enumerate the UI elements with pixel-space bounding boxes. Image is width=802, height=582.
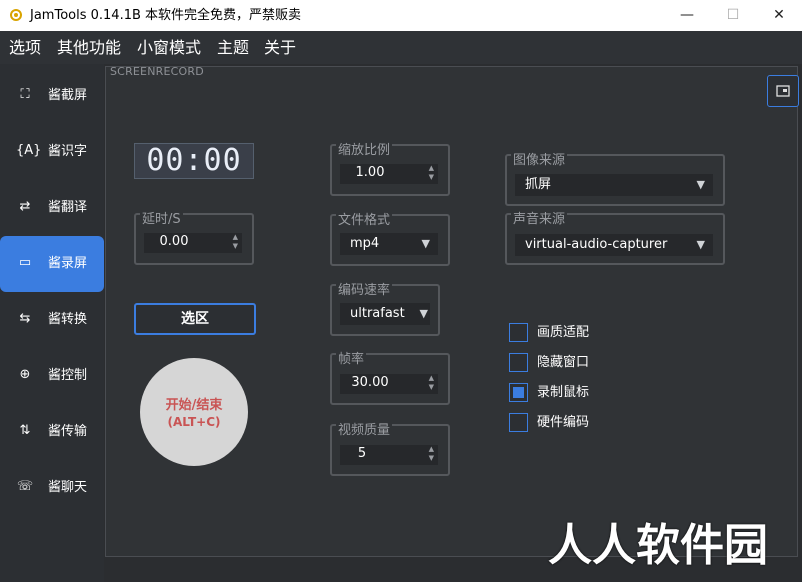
record-mouse-label: 录制鼠标: [537, 385, 590, 400]
encode-speed-label: 编码速率: [336, 283, 393, 299]
sidebar-item-convert[interactable]: ⇆ 酱转换: [0, 292, 104, 348]
timer-text: 00:00: [146, 143, 242, 178]
quality-adapt-checkbox[interactable]: [509, 323, 528, 342]
spin-arrows-icon[interactable]: ▲ ▼: [429, 374, 434, 392]
scale-label: 缩放比例: [336, 143, 393, 159]
hide-window-checkbox[interactable]: [509, 353, 528, 372]
mini-window-button[interactable]: [767, 75, 799, 107]
delay-value: 0.00: [159, 234, 189, 249]
sidebar-item-control[interactable]: ⊕ 酱控制: [0, 348, 104, 404]
minimize-button[interactable]: —: [664, 0, 710, 31]
window-icon: [776, 85, 790, 97]
timer-display: 00:00: [134, 143, 254, 179]
menu-options[interactable]: 选项: [9, 38, 41, 58]
close-icon: ✕: [773, 7, 785, 23]
translate-icon: ⇄: [19, 199, 31, 214]
chevron-down-icon: ▼: [696, 178, 705, 191]
quality-spinbox[interactable]: 5 ▲ ▼: [340, 445, 438, 465]
format-label: 文件格式: [336, 213, 393, 229]
sidebar: ⛶ 酱截屏 {A} 酱识字 ⇄ 酱翻译 ▭ 酱录屏 ⇆ 酱转换 ⊕ 酱控制 ⇅ …: [0, 64, 104, 582]
maximize-icon: ☐: [726, 7, 740, 23]
sidebar-item-label: 酱传输: [48, 424, 88, 439]
control-icon: ⊕: [19, 367, 31, 382]
site-watermark: 人人软件园: [548, 520, 768, 571]
minimize-icon: —: [680, 7, 694, 23]
encode-speed-select[interactable]: ultrafast ▼: [340, 303, 430, 325]
start-stop-button[interactable]: 开始/结束 (ALT+C): [140, 358, 248, 466]
sidebar-item-label: 酱转换: [48, 312, 88, 327]
spin-arrows-icon[interactable]: ▲ ▼: [429, 445, 434, 463]
audio-source-group: 声音来源 virtual-audio-capturer ▼: [505, 212, 725, 265]
start-stop-label: 开始/结束: [165, 398, 223, 413]
chevron-down-icon: ▼: [696, 238, 705, 251]
fps-value: 30.00: [351, 375, 389, 390]
crop-icon: ⛶: [20, 87, 30, 102]
image-source-label: 图像来源: [511, 153, 568, 169]
menu-other-functions[interactable]: 其他功能: [57, 38, 121, 58]
scale-group: 缩放比例 1.00 ▲ ▼: [330, 143, 450, 196]
sidebar-item-translate[interactable]: ⇄ 酱翻译: [0, 180, 104, 236]
transfer-icon: ⇅: [19, 423, 31, 438]
menu-bar: 选项 其他功能 小窗模式 主题 关于: [0, 31, 802, 64]
maximize-button[interactable]: ☐: [710, 0, 756, 31]
audio-source-label: 声音来源: [511, 212, 568, 228]
fps-group: 帧率 30.00 ▲ ▼: [330, 352, 450, 405]
panel-title: SCREENRECORD: [110, 65, 204, 78]
image-source-value: 抓屏: [525, 177, 552, 192]
hide-window-label: 隐藏窗口: [537, 355, 590, 370]
sidebar-item-ocr[interactable]: {A} 酱识字: [0, 124, 104, 180]
spin-arrows-icon[interactable]: ▲ ▼: [429, 164, 434, 182]
start-stop-shortcut: (ALT+C): [167, 415, 221, 429]
image-source-select[interactable]: 抓屏 ▼: [515, 174, 713, 196]
sidebar-item-label: 酱识字: [48, 144, 88, 159]
hardware-encode-label: 硬件编码: [537, 415, 590, 430]
image-source-group: 图像来源 抓屏 ▼: [505, 153, 725, 206]
chat-icon: ☏: [16, 479, 34, 494]
sidebar-item-screenrecord[interactable]: ▭ 酱录屏: [0, 236, 104, 292]
format-value: mp4: [350, 236, 380, 251]
fps-label: 帧率: [336, 352, 367, 368]
quality-group: 视频质量 5 ▲ ▼: [330, 423, 450, 476]
chevron-down-icon: ▼: [421, 237, 430, 250]
spin-arrows-icon[interactable]: ▲ ▼: [233, 233, 238, 251]
quality-value: 5: [357, 446, 367, 461]
sidebar-item-label: 酱截屏: [48, 88, 88, 103]
delay-group: 延时/S 0.00 ▲ ▼: [134, 212, 254, 265]
format-select[interactable]: mp4 ▼: [340, 233, 438, 255]
delay-spinbox[interactable]: 0.00 ▲ ▼: [144, 233, 242, 253]
encode-speed-value: ultrafast: [350, 306, 405, 321]
sidebar-item-transfer[interactable]: ⇅ 酱传输: [0, 404, 104, 460]
encode-speed-group: 编码速率 ultrafast ▼: [330, 283, 440, 336]
window-title: JamTools 0.14.1B 本软件完全免费，严禁贩卖: [30, 8, 302, 23]
audio-source-value: virtual-audio-capturer: [525, 237, 668, 252]
sidebar-item-chat[interactable]: ☏ 酱聊天: [0, 460, 104, 516]
delay-label: 延时/S: [140, 212, 183, 228]
menu-theme[interactable]: 主题: [217, 38, 249, 58]
sidebar-item-label: 酱控制: [48, 368, 88, 383]
quality-label: 视频质量: [336, 423, 393, 439]
scale-value: 1.00: [355, 165, 385, 180]
video-camera-icon: ▭: [18, 255, 32, 270]
close-button[interactable]: ✕: [756, 0, 802, 31]
menu-mini-window[interactable]: 小窗模式: [137, 38, 201, 58]
sidebar-item-label: 酱翻译: [48, 200, 88, 215]
record-mouse-checkbox[interactable]: [509, 383, 528, 402]
audio-source-select[interactable]: virtual-audio-capturer ▼: [515, 234, 713, 256]
title-bar: JamTools 0.14.1B 本软件完全免费，严禁贩卖 — ☐ ✕: [0, 0, 802, 31]
hardware-encode-checkbox[interactable]: [509, 413, 528, 432]
quality-adapt-label: 画质适配: [537, 325, 590, 340]
select-area-button[interactable]: 选区: [134, 303, 256, 335]
scale-spinbox[interactable]: 1.00 ▲ ▼: [340, 164, 438, 184]
format-group: 文件格式 mp4 ▼: [330, 213, 450, 266]
sidebar-item-screenshot[interactable]: ⛶ 酱截屏: [0, 68, 104, 124]
sidebar-item-label: 酱录屏: [48, 256, 88, 271]
fps-spinbox[interactable]: 30.00 ▲ ▼: [340, 374, 438, 394]
menu-about[interactable]: 关于: [264, 38, 296, 58]
app-logo-icon: [10, 9, 22, 21]
sidebar-item-label: 酱聊天: [48, 480, 88, 495]
chevron-down-icon: ▼: [419, 307, 428, 320]
text-recognition-icon: {A}: [16, 143, 42, 158]
convert-icon: ⇆: [19, 311, 31, 326]
